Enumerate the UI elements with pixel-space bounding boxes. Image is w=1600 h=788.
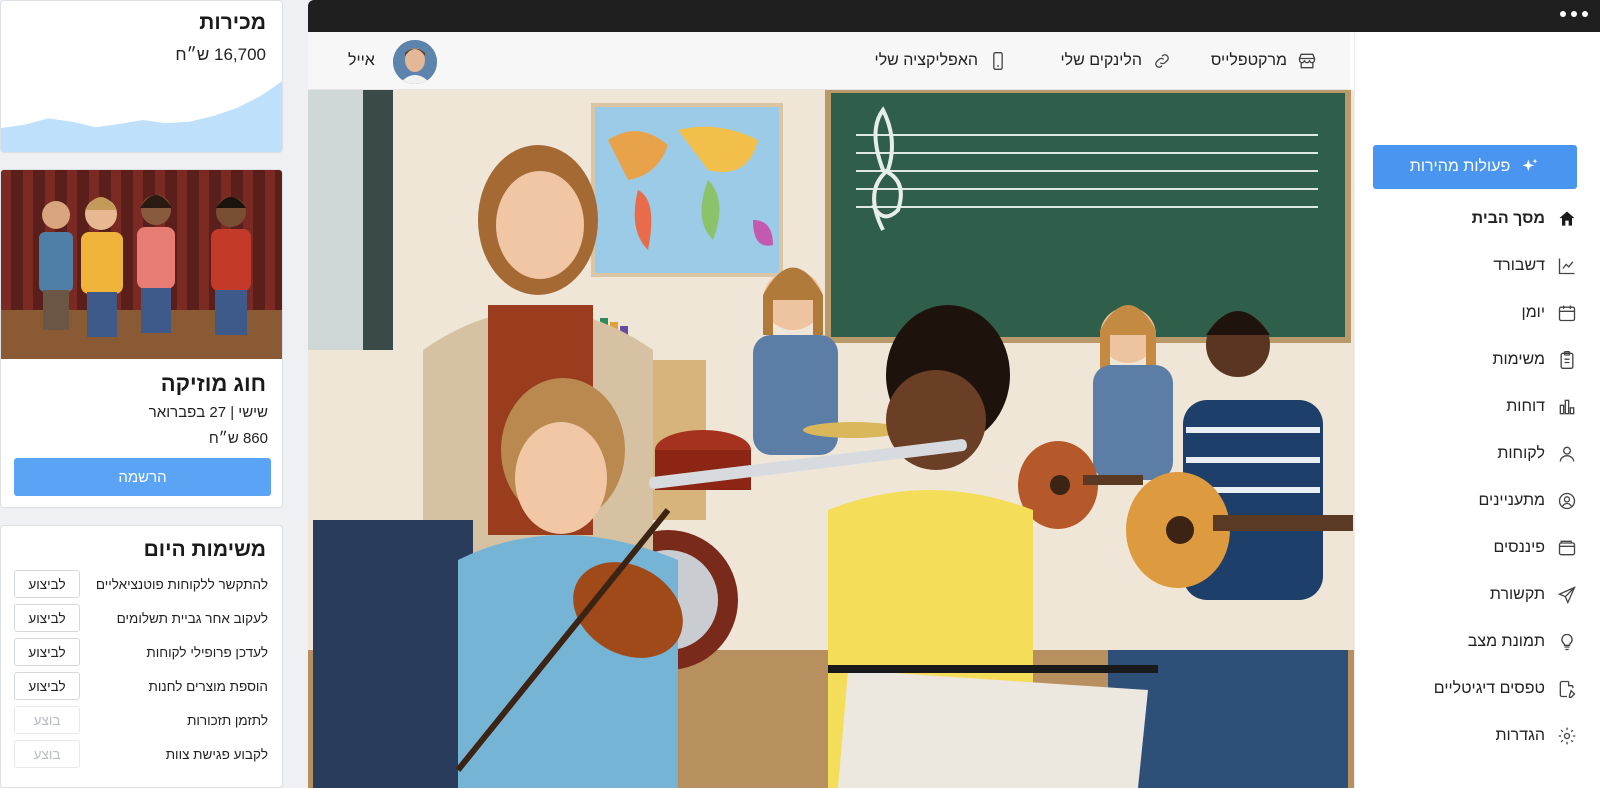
nav-my-app-label: האפליקציה שלי — [874, 52, 978, 69]
clipboard-icon — [1560, 351, 1574, 369]
task-row: לקבוע פגישת צוות בוצע — [14, 739, 268, 769]
nav-my-app[interactable]: האפליקציה שלי — [875, 32, 1008, 90]
event-date: שישי | 27 בפברואר — [148, 404, 268, 421]
sidebar-item-label: טפסים דיגיטליים — [1433, 680, 1545, 697]
sidebar-item-label: דשבורד — [1493, 257, 1545, 274]
home-icon — [1559, 211, 1575, 226]
sidebar-item-label: הגדרות — [1495, 727, 1545, 744]
sidebar-item-customers[interactable]: לקוחות — [1497, 439, 1577, 469]
sidebar-item-communication[interactable]: תקשורת — [1490, 580, 1577, 610]
nav-marketplace-label: מרקטפלייס — [1210, 52, 1287, 69]
sidebar-item-reports[interactable]: דוחות — [1506, 392, 1577, 422]
sidebar-item-tasks[interactable]: משימות — [1492, 345, 1577, 375]
register-button[interactable]: הרשמה — [14, 458, 271, 496]
sidebar-item-label: פיננסים — [1493, 539, 1545, 556]
hero-image — [308, 90, 1354, 788]
sidebar-item-label: תמונת מצב — [1467, 633, 1545, 650]
top-nav: מרקטפלייס הלינקים שלי האפליקציה שלי אייל — [308, 32, 1350, 90]
sales-card: מכירות 16,700 ש״ח — [0, 0, 283, 153]
gear-icon — [1558, 727, 1576, 745]
file-edit-icon — [1559, 680, 1576, 698]
sidebar-item-finance[interactable]: פיננסים — [1493, 533, 1577, 563]
sidebar-item-home[interactable]: מסך הבית — [1472, 204, 1577, 234]
quick-actions-button[interactable]: פעולות מהירות — [1373, 145, 1577, 189]
event-image — [1, 170, 282, 359]
task-row: לעקוב אחר גביית תשלומים לביצוע — [14, 603, 268, 633]
sidebar: פעולות מהירות מסך הבית דשבורד יומן משימו… — [1354, 32, 1600, 788]
lightbulb-icon — [1561, 633, 1573, 651]
task-label: לקבוע פגישת צוות — [165, 746, 268, 762]
nav-links[interactable]: הלינקים שלי — [1060, 32, 1172, 90]
task-action-button[interactable]: לביצוע — [14, 570, 80, 598]
sales-trend-area — [1, 81, 282, 152]
user-name[interactable]: אייל — [348, 32, 375, 90]
task-label: הוספת מוצרים לחנות — [148, 678, 268, 694]
sidebar-item-calendar[interactable]: יומן — [1522, 298, 1577, 328]
event-card: חוג מוזיקה שישי | 27 בפברואר 860 ש״ח הרש… — [0, 169, 283, 508]
task-row: לתזמן תזכורות בוצע — [14, 705, 268, 735]
task-label: לעדכן פרופילי לקוחות — [146, 644, 268, 660]
sidebar-item-label: מסך הבית — [1471, 210, 1545, 227]
tasks-card: משימות היום להתקשר ללקוחות פוטנציאליים ל… — [0, 525, 283, 788]
sidebar-item-leads[interactable]: מתעניינים — [1479, 486, 1578, 516]
task-action-button[interactable]: לביצוע — [14, 604, 80, 632]
calendar-icon — [1558, 305, 1576, 322]
user-avatar[interactable] — [393, 40, 437, 84]
link-icon — [1155, 54, 1169, 68]
bar-chart-icon — [1559, 399, 1575, 415]
event-price: 860 ש״ח — [208, 430, 268, 447]
event-title: חוג מוזיקה — [160, 371, 266, 396]
sidebar-item-snapshot[interactable]: תמונת מצב — [1468, 627, 1577, 657]
task-row: לעדכן פרופילי לקוחות לביצוע — [14, 637, 268, 667]
chart-line-icon — [1558, 258, 1575, 275]
title-bar — [308, 0, 1600, 32]
avatar-photo — [393, 40, 437, 84]
sales-trend-chart — [1, 81, 282, 152]
task-row: הוספת מוצרים לחנות לביצוע — [14, 671, 268, 701]
sidebar-item-label: משימות — [1492, 351, 1545, 368]
phone-icon — [993, 52, 1003, 70]
task-done-button[interactable]: בוצע — [14, 740, 80, 768]
quick-actions-label: פעולות מהירות — [1409, 158, 1511, 175]
nav-marketplace[interactable]: מרקטפלייס — [1211, 32, 1317, 90]
tasks-title: משימות היום — [143, 538, 266, 561]
sidebar-item-dashboard[interactable]: דשבורד — [1493, 251, 1577, 281]
user-icon — [1559, 446, 1575, 462]
sidebar-item-label: תקשורת — [1489, 586, 1545, 603]
sidebar-item-settings[interactable]: הגדרות — [1495, 721, 1577, 751]
send-icon — [1557, 586, 1576, 605]
task-action-button[interactable]: לביצוע — [14, 672, 80, 700]
nav-links-label: הלינקים שלי — [1060, 52, 1142, 69]
task-label: להתקשר ללקוחות פוטנציאליים — [95, 576, 268, 592]
sales-title: מכירות — [199, 11, 266, 34]
task-done-button[interactable]: בוצע — [14, 706, 80, 734]
task-action-button[interactable]: לביצוע — [14, 638, 80, 666]
task-label: לעקוב אחר גביית תשלומים — [116, 610, 268, 626]
sidebar-item-digital-forms[interactable]: טפסים דיגיטליים — [1434, 674, 1577, 704]
more-options-icon[interactable] — [1560, 11, 1588, 17]
sparkle-icon — [1522, 158, 1538, 172]
app-window: מרקטפלייס הלינקים שלי האפליקציה שלי אייל — [308, 0, 1600, 788]
sidebar-item-label: דוחות — [1506, 398, 1545, 415]
user-circle-icon — [1558, 492, 1576, 510]
wallet-icon — [1558, 540, 1576, 556]
sidebar-item-label: לקוחות — [1497, 445, 1545, 462]
store-icon — [1298, 53, 1316, 69]
task-label: לתזמן תזכורות — [187, 712, 268, 728]
task-row: להתקשר ללקוחות פוטנציאליים לביצוע — [14, 569, 268, 599]
sidebar-item-label: יומן — [1521, 304, 1545, 321]
sidebar-item-label: מתעניינים — [1478, 492, 1546, 509]
